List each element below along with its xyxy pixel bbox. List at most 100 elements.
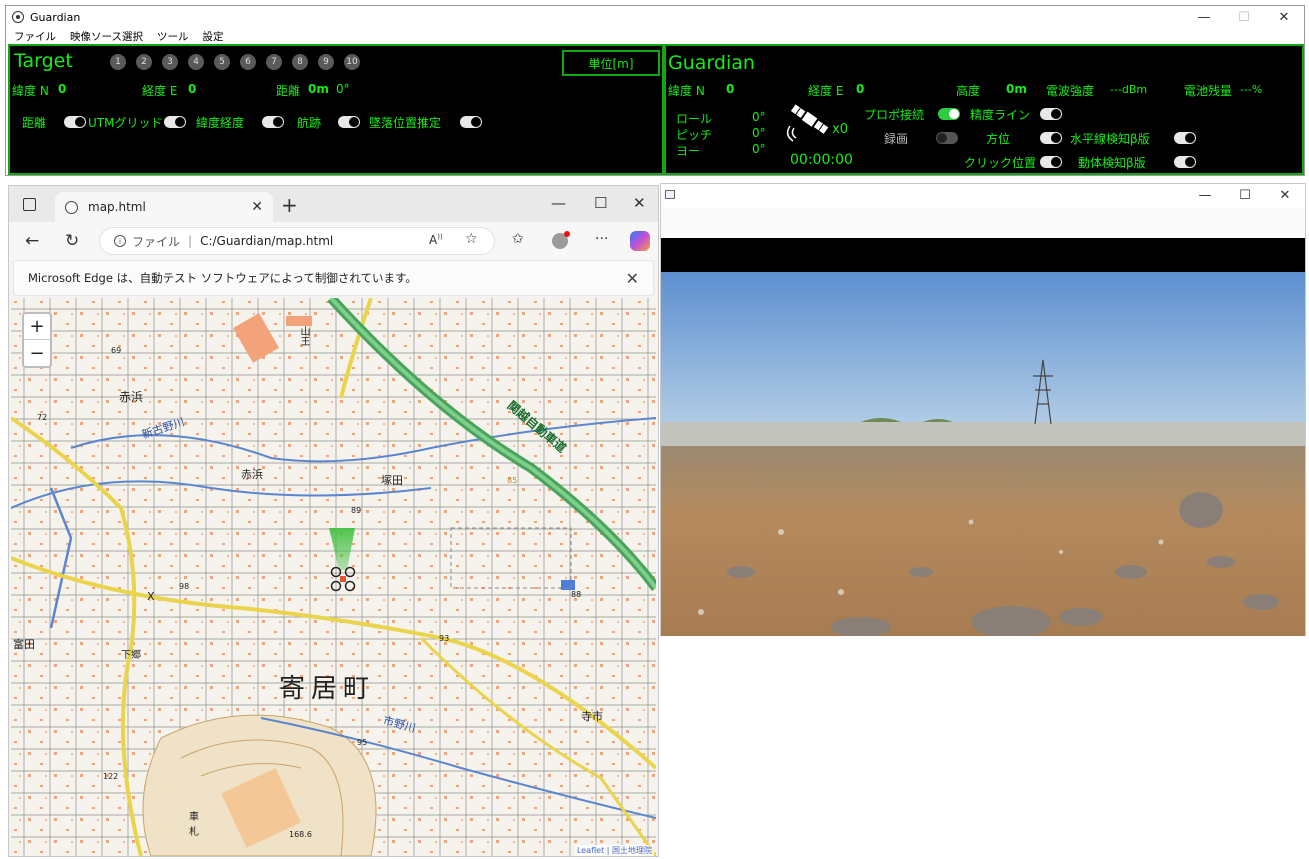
elev-98: 98	[179, 582, 190, 591]
app-logo-icon	[12, 11, 24, 23]
copilot-icon[interactable]	[630, 231, 650, 251]
roll-value: 0°	[752, 110, 766, 124]
menu-video-source[interactable]: 映像ソース選択	[70, 29, 143, 44]
horizon-label: 水平線検知β版	[1070, 132, 1150, 146]
battery-label: 電池残量	[1184, 84, 1233, 98]
toggle-accuracy-line[interactable]	[1040, 108, 1062, 120]
map-label-fuda: 札	[189, 827, 199, 838]
elev-93: 93	[439, 634, 450, 643]
record-label: 録画	[884, 132, 909, 146]
toggle-utm-label: UTMグリッド	[88, 116, 163, 130]
target-heading: Target	[14, 50, 73, 72]
back-arrow-icon[interactable]: ←	[25, 231, 39, 251]
menu-file[interactable]: ファイル	[14, 29, 56, 44]
waypoint-5-button[interactable]: 5	[214, 54, 230, 70]
elev-168: 168.6	[289, 830, 312, 839]
refresh-icon[interactable]: ↻	[65, 231, 79, 251]
video-maximize-button[interactable]: ☐	[1225, 184, 1265, 206]
url-text: C:/Guardian/map.html	[200, 234, 334, 248]
waypoint-10-button[interactable]: 10	[344, 54, 360, 70]
signal-label: 電波強度	[1046, 84, 1095, 98]
menu-tools[interactable]: ツール	[157, 29, 189, 44]
favorites-list-icon[interactable]: ✩	[512, 231, 524, 247]
guardian-lon-label: 経度 E	[808, 84, 844, 98]
unit-button[interactable]: 単位[m]	[562, 50, 660, 76]
maximize-button[interactable]: ☐	[1224, 6, 1264, 28]
new-tab-button[interactable]: +	[281, 193, 298, 217]
click-label: クリック位置	[964, 156, 1037, 170]
bearing-label: 方位	[986, 132, 1011, 146]
close-button[interactable]: ✕	[1264, 6, 1304, 28]
battery-value: ---%	[1240, 83, 1263, 96]
roll-label: ロール	[676, 112, 713, 126]
info-icon[interactable]: i	[114, 235, 126, 247]
map-label-kuruma: 車	[189, 812, 199, 823]
waypoint-6-button[interactable]: 6	[240, 54, 256, 70]
map-view[interactable]: + − 赤浜 新古野川 赤浜 塚田 山王 関越自動車道 富田 下郷 X 寄居町 …	[11, 298, 656, 856]
map-label-teraichi: 寺市	[581, 710, 603, 723]
map-attribution[interactable]: Leaflet | 国土地理院	[574, 845, 654, 856]
toggle-propo-connection[interactable]	[938, 108, 960, 120]
read-aloud-icon[interactable]: A))	[429, 233, 443, 247]
zoom-out-button[interactable]: −	[24, 340, 50, 366]
browser-minimize-button[interactable]: —	[551, 194, 566, 212]
favorite-star-icon[interactable]: ☆	[465, 231, 478, 247]
target-lon-value: 0	[188, 82, 197, 96]
app-titlebar: Guardian — ☐ ✕	[6, 6, 1304, 28]
waypoint-9-button[interactable]: 9	[318, 54, 334, 70]
propo-label: プロポ接続	[864, 108, 925, 122]
waypoint-7-button[interactable]: 7	[266, 54, 282, 70]
yaw-label: ヨー	[676, 144, 701, 158]
video-close-button[interactable]: ✕	[1265, 184, 1305, 206]
menu-settings[interactable]: 設定	[202, 29, 223, 44]
automation-info-bar: Microsoft Edge は、自動テスト ソフトウェアによって制御されていま…	[13, 260, 654, 296]
map-label-tsukada: 塚田	[381, 474, 403, 487]
waypoint-1-button[interactable]: 1	[110, 54, 126, 70]
toggle-track-label: 航跡	[297, 116, 322, 130]
video-toolbar-area	[661, 208, 1305, 238]
app-title: Guardian	[30, 10, 81, 24]
tab-close-icon[interactable]: ✕	[251, 199, 263, 215]
toggle-crash-estimate[interactable]	[460, 116, 482, 128]
flight-timer: 00:00:00	[790, 152, 853, 168]
info-bar-close-icon[interactable]: ✕	[626, 269, 639, 288]
toggle-click-position[interactable]	[1040, 156, 1062, 168]
tab-actions-icon[interactable]	[23, 198, 36, 211]
globe-icon	[65, 200, 78, 214]
more-menu-icon[interactable]: ···	[595, 231, 608, 247]
altitude-label: 高度	[956, 84, 981, 98]
map-label-x: X	[147, 590, 155, 603]
waypoint-2-button[interactable]: 2	[136, 54, 152, 70]
toggle-bearing[interactable]	[1040, 132, 1062, 144]
tab-strip: map.html ✕ + — ☐ ✕	[9, 186, 658, 222]
toggle-motion-detect[interactable]	[1174, 156, 1196, 168]
browser-close-button[interactable]: ✕	[633, 194, 646, 212]
satellite-count: x0	[832, 122, 848, 137]
minimize-button[interactable]: —	[1184, 6, 1224, 28]
toggle-track[interactable]	[338, 116, 360, 128]
pitch-value: 0°	[752, 126, 766, 140]
yaw-value: 0°	[752, 142, 766, 156]
tab-map[interactable]: map.html ✕	[55, 192, 273, 222]
toggle-horizon-detect[interactable]	[1174, 132, 1196, 144]
map-label-shimogo: 下郷	[121, 650, 141, 661]
waypoint-3-button[interactable]: 3	[162, 54, 178, 70]
browser-window: map.html ✕ + — ☐ ✕ ← ↻ i ファイル | C:/Guard…	[8, 185, 659, 857]
toggle-record[interactable]	[936, 132, 958, 144]
guardian-lat-value: 0	[726, 82, 735, 96]
motion-label: 動体検知β版	[1078, 156, 1146, 170]
toggle-latlon[interactable]	[262, 116, 284, 128]
map-label-yorii: 寄居町	[279, 674, 376, 704]
guardian-main-window: Guardian — ☐ ✕ ファイル 映像ソース選択 ツール 設定 Targe…	[5, 5, 1305, 176]
video-minimize-button[interactable]: —	[1185, 184, 1225, 206]
toggle-utm-grid[interactable]	[164, 116, 186, 128]
toggle-distance[interactable]	[64, 116, 86, 128]
browser-maximize-button[interactable]: ☐	[594, 194, 607, 212]
guardian-panel: Guardian 緯度 N 0 経度 E 0 高度 0m 電波強度 ---dBm…	[664, 44, 1304, 175]
waypoint-8-button[interactable]: 8	[292, 54, 308, 70]
waypoint-4-button[interactable]: 4	[188, 54, 204, 70]
profile-avatar[interactable]	[552, 231, 570, 249]
zoom-in-button[interactable]: +	[24, 314, 50, 340]
url-separator: |	[188, 234, 193, 248]
target-lat-value: 0	[58, 82, 67, 96]
